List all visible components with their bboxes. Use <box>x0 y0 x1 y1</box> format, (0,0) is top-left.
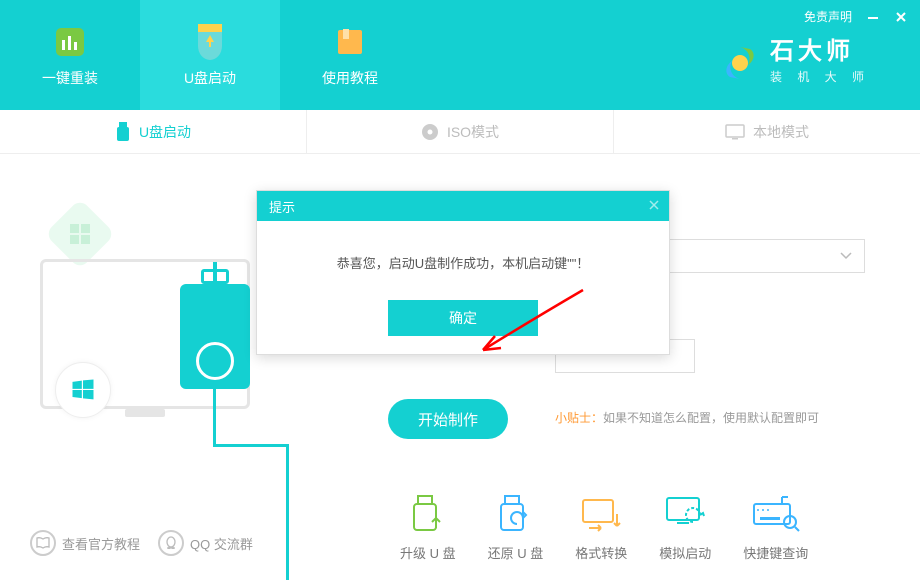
dialog-close-button[interactable] <box>649 198 659 213</box>
action-label: 格式转换 <box>575 543 627 562</box>
decor-monitor-stand <box>125 409 165 417</box>
monitor-icon <box>725 124 745 140</box>
nav-reinstall[interactable]: 一键重装 <box>0 0 140 110</box>
decor-wire <box>213 444 286 447</box>
dialog-ok-button[interactable]: 确定 <box>388 300 538 336</box>
subtab-usb-boot[interactable]: U盘启动 <box>0 110 307 153</box>
brand-subtitle: 装 机 大 师 <box>770 68 870 85</box>
nav-label: 一键重装 <box>42 68 98 88</box>
usb-refresh-icon <box>490 493 540 535</box>
tip-label: 小贴士： <box>555 411 603 425</box>
convert-icon <box>576 493 626 535</box>
window-controls: 免责声明 <box>804 8 908 25</box>
decor-windows-badge <box>55 362 111 418</box>
book-icon <box>332 22 368 62</box>
action-format-convert[interactable]: 格式转换 <box>575 493 627 562</box>
brand-title: 石大师 <box>770 40 870 64</box>
qq-icon <box>158 530 184 556</box>
header: 一键重装 U盘启动 使用教程 免责声明 石大师 装 机 大 师 <box>0 0 920 110</box>
decor-usb <box>201 269 229 284</box>
subtab-label: U盘启动 <box>139 122 191 142</box>
action-hotkey-lookup[interactable]: 快捷键查询 <box>743 493 808 562</box>
bar-chart-icon <box>52 22 88 62</box>
footer-label: 查看官方教程 <box>62 534 140 553</box>
keyboard-search-icon <box>751 493 801 535</box>
decor-wire <box>286 444 289 580</box>
decor-wire <box>213 389 216 444</box>
book-open-icon <box>30 530 56 556</box>
shield-icon <box>192 22 228 62</box>
usb-icon <box>115 122 131 142</box>
decor-usb <box>196 342 234 380</box>
tip-text: 小贴士：如果不知道怎么配置，使用默认配置即可 <box>555 409 819 426</box>
action-row: 升级 U 盘 还原 U 盘 格式转换 模拟启动 快捷键查询 <box>400 493 808 562</box>
subtab-iso[interactable]: ISO模式 <box>307 110 614 153</box>
subtabs: U盘启动 ISO模式 本地模式 <box>0 110 920 154</box>
action-label: 快捷键查询 <box>743 543 808 562</box>
dialog-title-bar: 提示 <box>257 191 669 221</box>
brand: 石大师 装 机 大 师 <box>720 40 870 85</box>
action-restore-usb[interactable]: 还原 U 盘 <box>488 493 544 562</box>
brand-logo-icon <box>720 43 760 83</box>
close-button[interactable] <box>894 10 908 24</box>
subtab-label: ISO模式 <box>447 122 499 142</box>
dialog-message: 恭喜您，启动U盘制作成功，本机启动键""！ <box>257 221 669 300</box>
footer-qq-link[interactable]: QQ 交流群 <box>158 530 253 556</box>
subtab-local[interactable]: 本地模式 <box>614 110 920 153</box>
nav-label: 使用教程 <box>322 68 378 88</box>
action-label: 升级 U 盘 <box>400 543 456 562</box>
usb-up-icon <box>403 493 453 535</box>
footer-tutorial-link[interactable]: 查看官方教程 <box>30 530 140 556</box>
action-label: 模拟启动 <box>659 543 711 562</box>
start-button[interactable]: 开始制作 <box>388 399 508 439</box>
footer-label: QQ 交流群 <box>190 534 253 553</box>
nav-label: U盘启动 <box>184 68 236 88</box>
disclaimer-link[interactable]: 免责声明 <box>804 8 852 25</box>
footer-left: 查看官方教程 QQ 交流群 <box>30 530 253 556</box>
nav-tutorial[interactable]: 使用教程 <box>280 0 420 110</box>
dialog-title: 提示 <box>269 197 295 216</box>
dialog-success: 提示 恭喜您，启动U盘制作成功，本机启动键""！ 确定 <box>256 190 670 355</box>
minimize-button[interactable] <box>866 10 880 24</box>
disc-icon <box>421 123 439 141</box>
action-label: 还原 U 盘 <box>488 543 544 562</box>
chevron-down-icon <box>840 252 852 260</box>
action-upgrade-usb[interactable]: 升级 U 盘 <box>400 493 456 562</box>
nav-usb-boot[interactable]: U盘启动 <box>140 0 280 110</box>
monitor-refresh-icon <box>660 493 710 535</box>
subtab-label: 本地模式 <box>753 122 809 142</box>
action-simulate-boot[interactable]: 模拟启动 <box>659 493 711 562</box>
